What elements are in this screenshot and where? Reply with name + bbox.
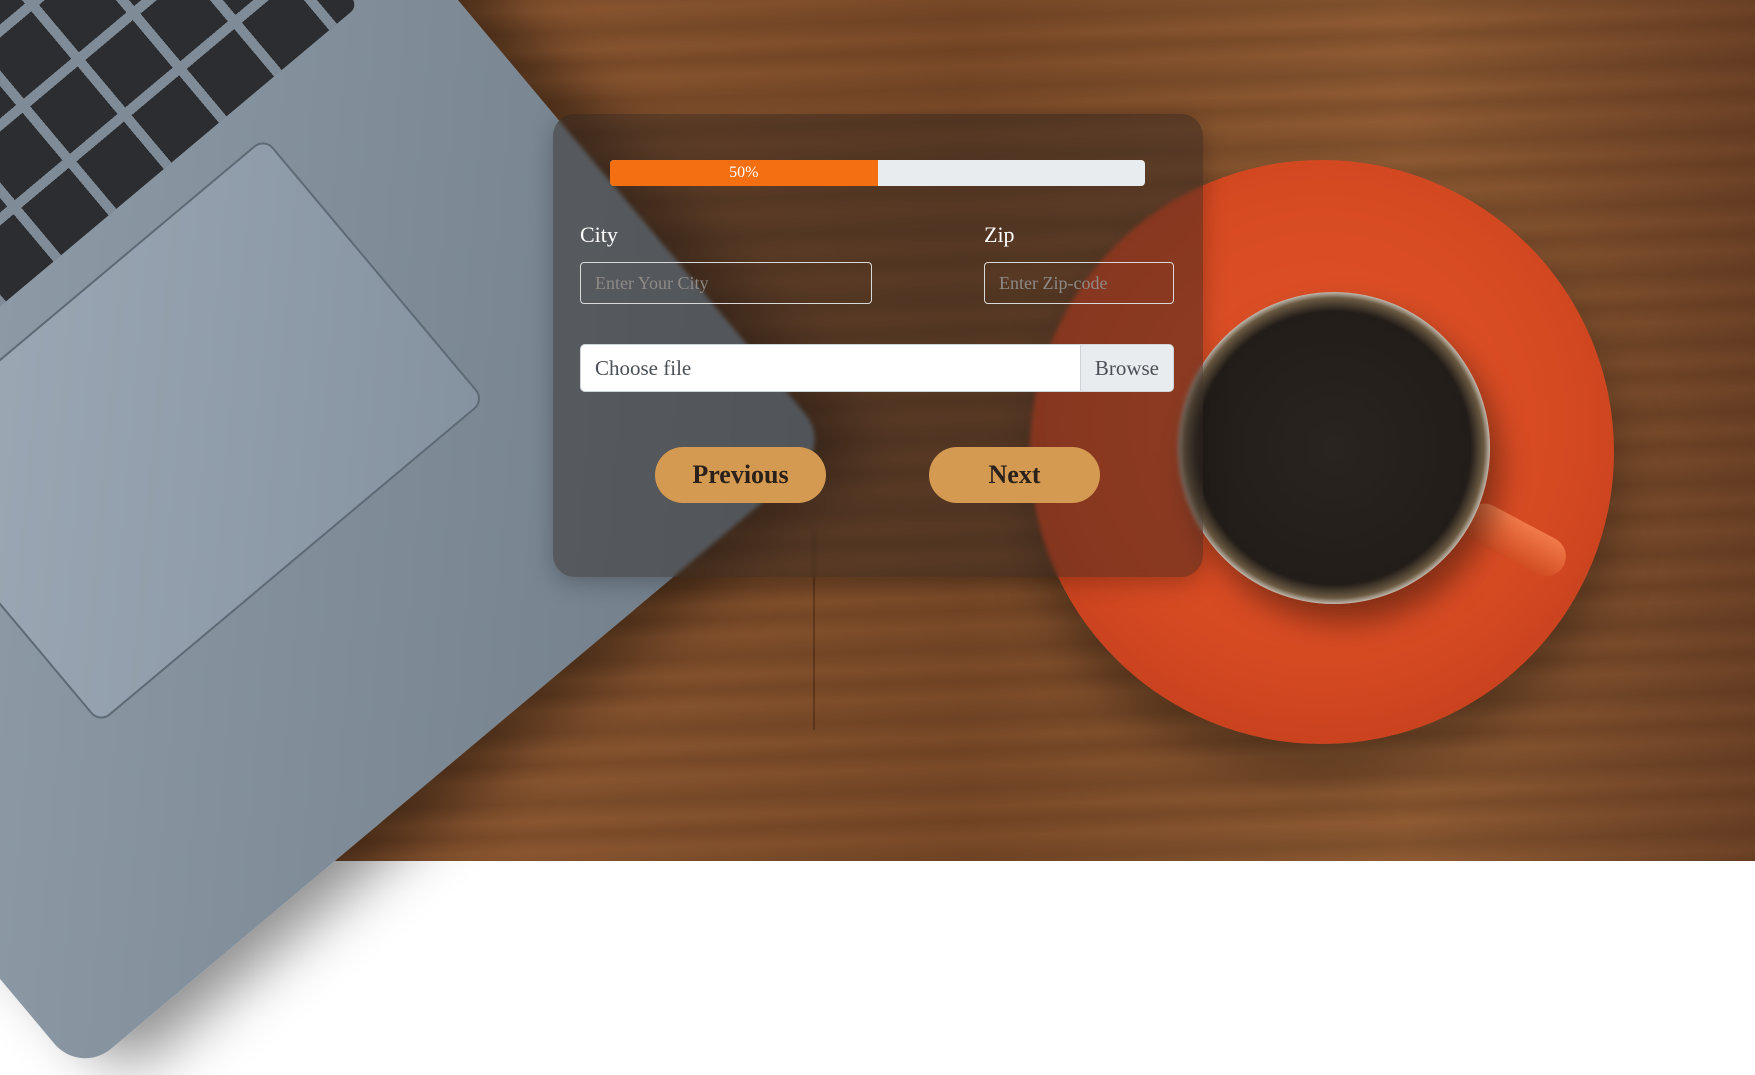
progress-bar-fill: 50% [610,160,878,186]
file-upload-input[interactable]: Choose file Browse [580,344,1174,392]
zip-input[interactable] [984,262,1174,304]
previous-button[interactable]: Previous [655,447,826,503]
progress-label: 50% [729,164,759,181]
next-button[interactable]: Next [929,447,1100,503]
city-input[interactable] [580,262,872,304]
coffee-cup-image [1178,292,1490,604]
zip-label: Zip [984,222,1015,247]
browse-button[interactable]: Browse [1079,345,1173,391]
progress-bar: 50% [610,160,1145,186]
city-label: City [580,222,618,247]
file-upload-text: Choose file [595,355,692,380]
